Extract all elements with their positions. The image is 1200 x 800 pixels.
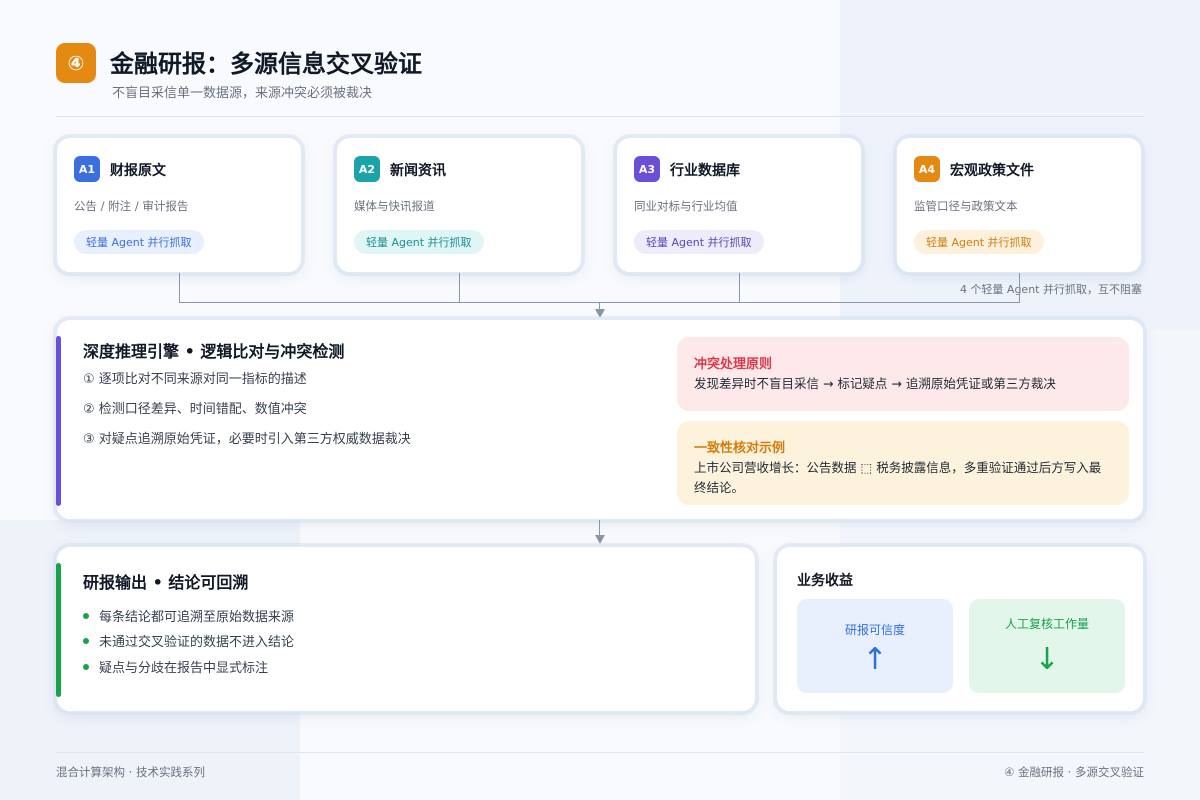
consistency-text: 上市公司营收增长：公告数据 ⬚ 税务披露信息，多重验证通过后方写入最终结论。: [694, 460, 1102, 495]
source-pill: 轻量 Agent 并行抓取: [354, 230, 484, 254]
source-desc: 同业对标与行业均值: [634, 199, 738, 213]
benefit-title: 业务收益: [797, 573, 853, 589]
reasoning-engine-panel: 深度推理引擎 • 逻辑比对与冲突检测 ① 逐项比对不同来源对同一指标的描述 ② …: [56, 319, 1144, 520]
step-badge: ④: [56, 43, 96, 83]
source-title: 宏观政策文件: [950, 163, 1034, 179]
connector-line: [739, 273, 740, 303]
source-desc: 媒体与快讯报道: [354, 199, 435, 213]
arrow-down-icon: ↓: [1034, 642, 1060, 677]
accent-bar: [56, 336, 61, 506]
business-benefit-panel: 业务收益 研报可信度 ↑ 人工复核工作量 ↓: [776, 546, 1144, 712]
conflict-title: 冲突处理原则: [694, 357, 773, 372]
source-title: 行业数据库: [670, 163, 740, 179]
source-title: 新闻资讯: [390, 163, 446, 179]
benefit-label: 人工复核工作量: [1004, 617, 1089, 631]
page-subtitle: 不盲目采信单一数据源，来源冲突必须被裁决: [112, 86, 373, 101]
source-tag: A4: [914, 156, 940, 182]
source-card-a3: A3 行业数据库 同业对标与行业均值 轻量 Agent 并行抓取: [616, 137, 862, 273]
output-list-item: 未通过交叉验证的数据不进入结论: [83, 631, 294, 650]
conflict-text: 发现差异时不盲目采信 → 标记疑点 → 追溯原始凭证或第三方裁决: [694, 376, 1056, 391]
accent-bar: [56, 563, 61, 697]
conflict-principle-box: 冲突处理原则 发现差异时不盲目采信 → 标记疑点 → 追溯原始凭证或第三方裁决: [677, 337, 1129, 411]
arrow-up-icon: ↑: [862, 642, 888, 677]
engine-step: ③ 对疑点追溯原始凭证，必要时引入第三方权威数据裁决: [83, 432, 411, 447]
source-card-a4: A4 宏观政策文件 监管口径与政策文本 轻量 Agent 并行抓取: [896, 137, 1142, 273]
output-list-item: 每条结论都可追溯至原始数据来源: [83, 606, 294, 625]
sources-note: 4 个轻量 Agent 并行抓取，互不阻塞: [959, 283, 1142, 296]
arrow-down-icon: [595, 535, 605, 544]
arrow-down-icon: [595, 309, 605, 318]
consistency-title: 一致性核对示例: [694, 441, 786, 456]
engine-step: ② 检测口径差异、时间错配、数值冲突: [83, 402, 307, 417]
connector-line: [599, 520, 600, 536]
source-title: 财报原文: [110, 163, 166, 179]
benefit-label: 研报可信度: [844, 623, 905, 637]
benefit-review-workload: 人工复核工作量 ↓: [969, 599, 1125, 693]
footer-series: 混合计算架构 · 技术实践系列: [56, 765, 205, 779]
source-pill: 轻量 Agent 并行抓取: [914, 230, 1044, 254]
source-pill: 轻量 Agent 并行抓取: [634, 230, 764, 254]
footer-divider: [56, 752, 1144, 753]
source-tag: A3: [634, 156, 660, 182]
source-desc: 监管口径与政策文本: [914, 199, 1018, 213]
connector-line: [1019, 273, 1020, 303]
source-desc: 公告 / 附注 / 审计报告: [74, 199, 189, 213]
benefit-credibility: 研报可信度 ↑: [797, 599, 953, 693]
engine-step: ① 逐项比对不同来源对同一指标的描述: [83, 372, 307, 387]
header-divider: [56, 116, 1144, 117]
report-output-panel: 研报输出 • 结论可回溯 每条结论都可追溯至原始数据来源 未通过交叉验证的数据不…: [56, 546, 756, 712]
footer-page-label: ④ 金融研报 · 多源交叉验证: [1004, 765, 1144, 779]
output-title: 研报输出 • 结论可回溯: [83, 573, 249, 592]
source-card-a1: A1 财报原文 公告 / 附注 / 审计报告 轻量 Agent 并行抓取: [56, 137, 302, 273]
bullet-icon: [83, 637, 89, 644]
source-pill: 轻量 Agent 并行抓取: [74, 230, 204, 254]
bullet-icon: [83, 612, 89, 619]
consistency-example-box: 一致性核对示例 上市公司营收增长：公告数据 ⬚ 税务披露信息，多重验证通过后方写…: [677, 421, 1129, 505]
output-list-item: 疑点与分歧在报告中显式标注: [83, 657, 268, 676]
source-tag: A2: [354, 156, 380, 182]
bullet-icon: [83, 663, 89, 670]
source-tag: A1: [74, 156, 100, 182]
connector-line: [179, 273, 180, 303]
connector-line: [459, 273, 460, 303]
engine-title: 深度推理引擎 • 逻辑比对与冲突检测: [83, 342, 345, 361]
page-title: 金融研报：多源信息交叉验证: [110, 50, 422, 78]
source-card-a2: A2 新闻资讯 媒体与快讯报道 轻量 Agent 并行抓取: [336, 137, 582, 273]
